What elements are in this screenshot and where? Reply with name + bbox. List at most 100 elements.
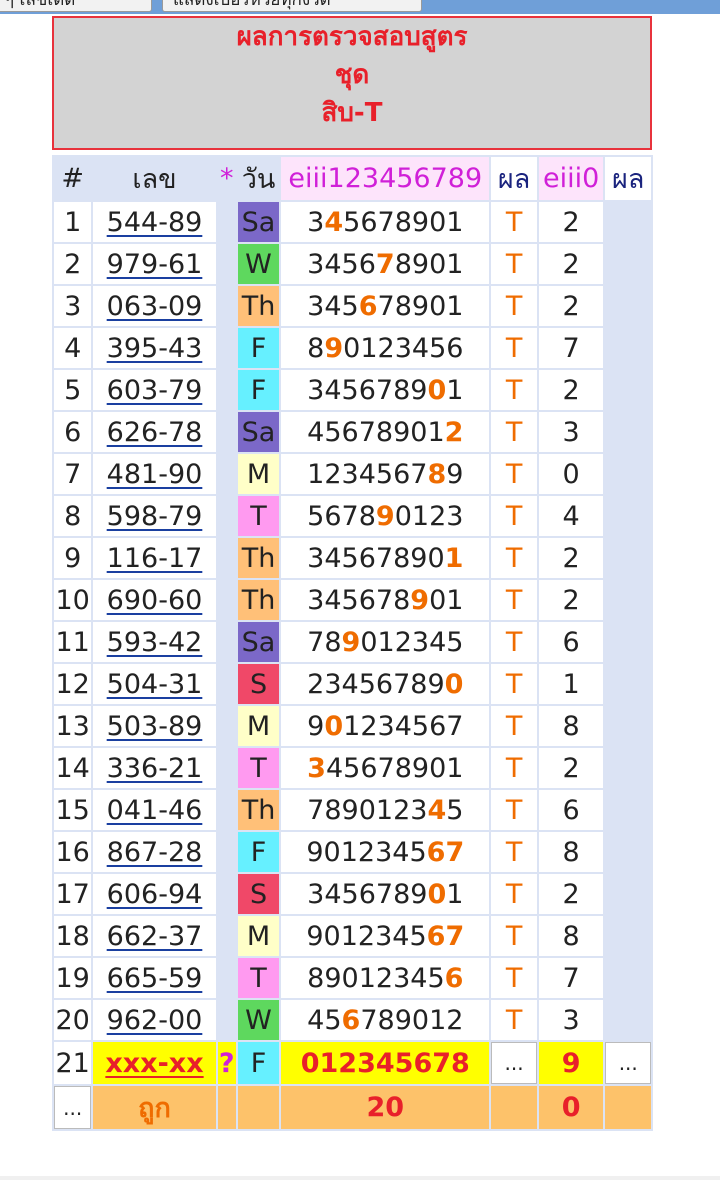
top-button-2[interactable]: แสดงเบอร์หวยทุกงวด (162, 0, 422, 12)
row-zero: 3 (538, 412, 604, 452)
prediction-zero: 9 (538, 1042, 604, 1084)
row-number-link[interactable]: 606-94 (107, 879, 203, 910)
table-row: 17 606-94 S 345678901 T 2 (54, 874, 651, 914)
row-number-cell: 544-89 (93, 202, 216, 242)
row-number-cell: 063-09 (93, 286, 216, 326)
row-digit-sequence: 345678901 (281, 286, 490, 326)
row-star (217, 244, 236, 284)
table-row: 2 979-61 W 345678901 T 2 (54, 244, 651, 284)
row-result: T (491, 370, 537, 410)
row-zero: 1 (538, 664, 604, 704)
row-zero: 4 (538, 496, 604, 536)
row-index: 5 (54, 370, 92, 410)
row-digit-sequence: 456789012 (281, 1000, 490, 1040)
row-index: 17 (54, 874, 92, 914)
row-day: S (237, 664, 280, 704)
row-result: T (491, 832, 537, 872)
row-day: F (237, 832, 280, 872)
row-result: T (491, 454, 537, 494)
row-result: T (491, 580, 537, 620)
row-number-link[interactable]: 690-60 (107, 585, 203, 616)
row-result-2 (605, 1000, 651, 1040)
row-number-link[interactable]: 336-21 (107, 753, 203, 784)
row-result-2 (605, 244, 651, 284)
row-star (217, 412, 236, 452)
row-number-link[interactable]: 626-78 (107, 417, 203, 448)
row-number-link[interactable]: 962-00 (107, 1005, 203, 1036)
row-zero: 2 (538, 286, 604, 326)
row-number-cell: 503-89 (93, 706, 216, 746)
col-index: # (54, 157, 92, 200)
row-number-link[interactable]: 603-79 (107, 375, 203, 406)
row-result: T (491, 412, 537, 452)
row-index: 3 (54, 286, 92, 326)
row-zero: 0 (538, 454, 604, 494)
table-row: 12 504-31 S 234567890 T 1 (54, 664, 651, 704)
row-result-2 (605, 496, 651, 536)
row-index: 13 (54, 706, 92, 746)
row-number-cell: 662-37 (93, 916, 216, 956)
row-result: T (491, 622, 537, 662)
row-result-2 (605, 874, 651, 914)
row-zero: 2 (538, 538, 604, 578)
row-star (217, 790, 236, 830)
row-number-link[interactable]: 063-09 (107, 291, 203, 322)
row-number-cell: 690-60 (93, 580, 216, 620)
row-index: 7 (54, 454, 92, 494)
row-zero: 8 (538, 832, 604, 872)
row-star (217, 202, 236, 242)
table-row: 4 395-43 F 890123456 T 7 (54, 328, 651, 368)
result-table: # เลข * วัน eiii123456789 ผล eiii0 ผล 15… (52, 155, 653, 1131)
summary-hits: 20 (281, 1086, 490, 1129)
row-number-link[interactable]: 867-28 (107, 837, 203, 868)
row-day: F (237, 370, 280, 410)
row-result: T (491, 286, 537, 326)
row-result-2 (605, 748, 651, 788)
row-day: M (237, 454, 280, 494)
row-result-2 (605, 706, 651, 746)
table-row: 3 063-09 Th 345678901 T 2 (54, 286, 651, 326)
row-number-cell: 481-90 (93, 454, 216, 494)
row-number-link[interactable]: 504-31 (107, 669, 203, 700)
row-star (217, 286, 236, 326)
row-number-link[interactable]: 979-61 (107, 249, 203, 280)
summary-label: ถูก (93, 1086, 216, 1129)
col-zero: eiii0 (538, 157, 604, 200)
row-number-link[interactable]: 544-89 (107, 207, 203, 238)
row-number-link[interactable]: 593-42 (107, 627, 203, 658)
row-result: T (491, 328, 537, 368)
row-number-cell: 593-42 (93, 622, 216, 662)
table-row: 15 041-46 Th 789012345 T 6 (54, 790, 651, 830)
row-result-2 (605, 370, 651, 410)
row-number-link[interactable]: 116-17 (107, 543, 203, 574)
row-index: 18 (54, 916, 92, 956)
summary-empty (605, 1086, 651, 1129)
summary-row: ... ถูก 20 0 (54, 1086, 651, 1129)
top-button-1[interactable]: ๆ เลขเด็ด (0, 0, 152, 12)
row-result: T (491, 874, 537, 914)
row-number-link[interactable]: 503-89 (107, 711, 203, 742)
row-digit-sequence: 456789012 (281, 412, 490, 452)
row-result-2 (605, 622, 651, 662)
row-day: Th (237, 580, 280, 620)
table-row: 1 544-89 Sa 345678901 T 2 (54, 202, 651, 242)
row-number-link[interactable]: 041-46 (107, 795, 203, 826)
row-digit-sequence: 345678901 (281, 202, 490, 242)
row-day: Sa (237, 622, 280, 662)
row-number-link[interactable]: 662-37 (107, 921, 203, 952)
table-row: 7 481-90 M 123456789 T 0 (54, 454, 651, 494)
row-number-cell: 606-94 (93, 874, 216, 914)
row-number-link[interactable]: 598-79 (107, 501, 203, 532)
row-digit-sequence: 901234567 (281, 832, 490, 872)
row-digit-sequence: 345678901 (281, 748, 490, 788)
col-star: * (217, 157, 236, 200)
row-result: T (491, 202, 537, 242)
row-number-link[interactable]: 395-43 (107, 333, 203, 364)
row-zero: 2 (538, 370, 604, 410)
row-number-link[interactable]: 481-90 (107, 459, 203, 490)
row-star (217, 370, 236, 410)
row-zero: 7 (538, 328, 604, 368)
row-index: 8 (54, 496, 92, 536)
row-number-link[interactable]: 665-59 (107, 963, 203, 994)
prediction-number-link[interactable]: xxx-xx (105, 1048, 203, 1079)
